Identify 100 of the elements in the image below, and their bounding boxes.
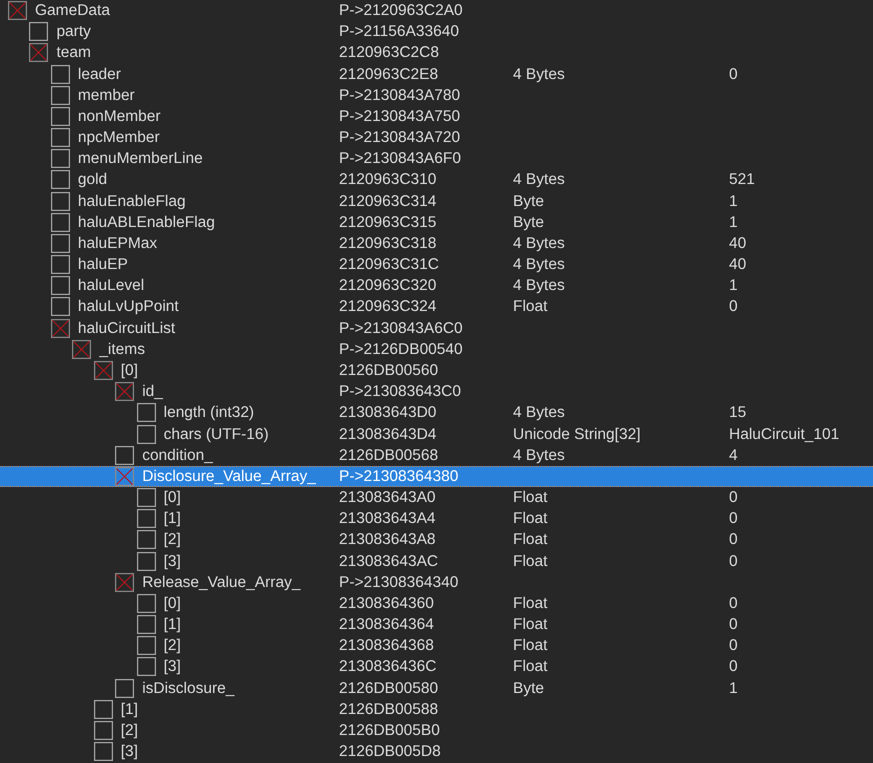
square-icon[interactable] — [50, 255, 70, 274]
crossed-square-icon[interactable] — [115, 382, 134, 402]
square-icon[interactable] — [50, 234, 70, 253]
crossed-square-icon[interactable] — [29, 43, 48, 62]
square-icon[interactable] — [136, 424, 156, 444]
value-text: 0 — [729, 66, 738, 83]
tree-row[interactable]: haluEnableFlag 2120963C314 Byte 1 — [0, 190, 873, 212]
tree-row[interactable]: haluEPMax 2120963C318 4 Bytes 40 — [0, 232, 873, 254]
square-icon[interactable] — [50, 86, 70, 105]
square-icon[interactable] — [136, 403, 156, 422]
tree-row[interactable]: [1] 213083643A4 Float 0 — [0, 508, 873, 530]
crossed-square-icon[interactable] — [72, 340, 92, 359]
value-text: 15 — [729, 404, 746, 422]
square-icon[interactable] — [115, 446, 134, 465]
value-text: 40 — [729, 234, 746, 252]
tree-row[interactable]: chars (UTF-16) 213083643D4 Unicode String[32] HaluCircuit_101 — [0, 423, 873, 445]
tree-row[interactable]: _items P->2126DB00540 — [0, 338, 873, 360]
address-text: 2126DB00588 — [339, 700, 440, 718]
tree-row[interactable]: [2] 21308364368 Float 0 — [0, 635, 873, 656]
tree-row[interactable]: [2] 213083643A8 Float 0 — [0, 529, 873, 550]
address-text: 2120963C320 — [339, 277, 438, 294]
type-text: 4 Bytes — [513, 446, 566, 464]
square-icon[interactable] — [94, 720, 113, 740]
square-icon[interactable] — [94, 742, 113, 762]
address-text: P->2130843A6C0 — [339, 320, 464, 337]
tree-row[interactable]: [1] 2126DB00588 — [0, 698, 873, 720]
square-icon[interactable] — [136, 509, 156, 528]
address-text: 2126DB00580 — [339, 680, 440, 697]
square-icon[interactable] — [136, 636, 156, 656]
square-icon[interactable] — [136, 488, 156, 508]
tree-row[interactable]: [2] 2126DB005B0 — [0, 720, 873, 742]
square-icon[interactable] — [50, 64, 70, 84]
tree-row[interactable]: [1] 21308364364 Float 0 — [0, 614, 873, 636]
tree-row[interactable]: isDisclosure_ 2126DB00580 Byte 1 — [0, 678, 873, 699]
tree-row[interactable]: party P->21156A33640 — [0, 21, 873, 42]
tree-row[interactable]: [3] 213083643AC Float 0 — [0, 550, 873, 572]
square-icon[interactable] — [136, 530, 156, 550]
crossed-square-icon[interactable] — [115, 572, 134, 592]
square-icon[interactable] — [29, 22, 48, 42]
tree-row[interactable]: [3] 2130836436C Float 0 — [0, 656, 873, 678]
tree-row[interactable]: [0] 213083643A0 Float 0 — [0, 486, 873, 508]
square-icon[interactable] — [50, 212, 70, 232]
crossed-square-icon[interactable] — [8, 1, 27, 20]
type-text: 4 Bytes — [513, 66, 566, 83]
crossed-square-icon[interactable] — [50, 318, 70, 338]
address-text: 213083643A8 — [339, 531, 437, 548]
field-name: [1] — [164, 616, 181, 634]
field-name: [2] — [164, 637, 181, 654]
square-icon[interactable] — [136, 657, 156, 676]
value-text: 0 — [729, 658, 738, 676]
tree-row[interactable]: haluLevel 2120963C320 4 Bytes 1 — [0, 275, 873, 296]
field-name: gold — [78, 171, 108, 188]
address-text: 2120963C2C8 — [339, 44, 440, 62]
value-text: 0 — [729, 510, 738, 528]
tree-row[interactable]: [0] 21308364360 Float 0 — [0, 592, 873, 614]
square-icon[interactable] — [136, 594, 156, 613]
tree-row[interactable]: id_ P->213083643C0 — [0, 381, 873, 402]
crossed-square-icon[interactable] — [94, 361, 113, 380]
tree-row[interactable]: haluCircuitList P->2130843A6C0 — [0, 318, 873, 339]
tree-row[interactable]: gold 2120963C310 4 Bytes 521 — [0, 169, 873, 191]
square-icon[interactable] — [136, 552, 156, 571]
square-icon[interactable] — [115, 678, 134, 698]
value-text: 1 — [729, 214, 738, 231]
tree-row[interactable]: team 2120963C2C8 — [0, 42, 873, 64]
value-text: 0 — [729, 616, 738, 634]
tree-row[interactable]: haluABLEnableFlag 2120963C315 Byte 1 — [0, 212, 873, 233]
square-icon[interactable] — [50, 170, 70, 190]
value-text: 0 — [729, 552, 738, 570]
tree-row[interactable]: Disclosure_Value_Array_ P->21308364380 — [0, 466, 873, 487]
type-text: Float — [513, 298, 548, 316]
field-name: menuMemberLine — [78, 150, 203, 168]
tree-row[interactable]: [0] 2126DB00560 — [0, 360, 873, 382]
tree-row[interactable]: [3] 2126DB005D8 — [0, 741, 873, 762]
field-name: member — [78, 86, 135, 104]
tree-row[interactable]: haluEP 2120963C31C 4 Bytes 40 — [0, 254, 873, 276]
tree-row[interactable]: length (int32) 213083643D0 4 Bytes 15 — [0, 402, 873, 424]
square-icon[interactable] — [50, 106, 70, 126]
field-name: isDisclosure_ — [142, 680, 234, 697]
tree-row[interactable]: condition_ 2126DB00568 4 Bytes 4 — [0, 444, 873, 466]
field-name: [3] — [164, 552, 181, 570]
square-icon[interactable] — [50, 128, 70, 148]
square-icon[interactable] — [50, 149, 70, 168]
square-icon[interactable] — [94, 700, 113, 719]
tree-row[interactable]: npcMember P->2130843A720 — [0, 127, 873, 148]
tree-row[interactable]: nonMember P->2130843A750 — [0, 106, 873, 128]
tree-row[interactable]: leader 2120963C2E8 4 Bytes 0 — [0, 64, 873, 85]
square-icon[interactable] — [50, 297, 70, 316]
tree-row[interactable]: GameData P->2120963C2A0 — [0, 0, 873, 22]
address-text: 213083643A0 — [339, 489, 437, 506]
field-name: [0] — [164, 489, 181, 506]
square-icon[interactable] — [50, 276, 70, 296]
address-text: 2120963C315 — [339, 214, 438, 231]
tree-row[interactable]: Release_Value_Array_ P->21308364340 — [0, 572, 873, 593]
square-icon[interactable] — [136, 615, 156, 634]
tree-row[interactable]: haluLvUpPoint 2120963C324 Float 0 — [0, 296, 873, 318]
tree-row[interactable]: member P->2130843A780 — [0, 84, 873, 106]
value-text: 0 — [729, 489, 738, 506]
tree-row[interactable]: menuMemberLine P->2130843A6F0 — [0, 148, 873, 170]
square-icon[interactable] — [50, 192, 70, 211]
field-name: haluEPMax — [78, 234, 158, 252]
